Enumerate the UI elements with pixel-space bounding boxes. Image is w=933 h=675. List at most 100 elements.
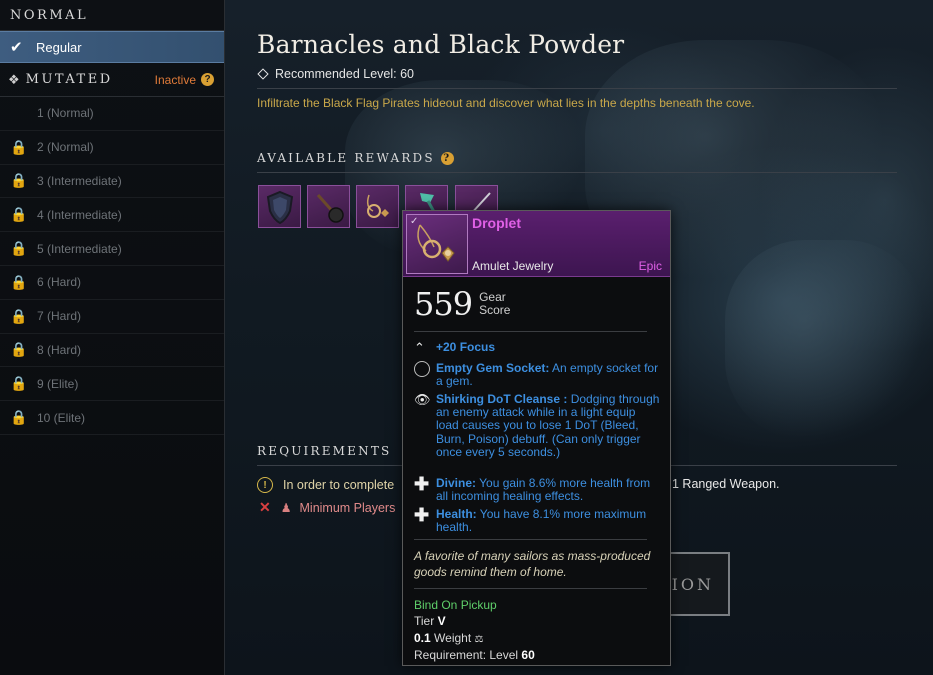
item-tooltip: ✓ Droplet Amulet Jewelry Epic 559 Gear S… xyxy=(402,210,671,666)
lock-icon: 🔒 xyxy=(10,273,28,290)
tier-value: V xyxy=(437,614,446,628)
lock-icon: 🔒 xyxy=(10,375,28,392)
perk-name: Empty Gem Socket: xyxy=(436,361,550,375)
attribute-text: +20 Focus xyxy=(436,340,496,354)
reward-item-amulet[interactable] xyxy=(356,185,399,228)
weight-row: 0.1 Weight ⚖ xyxy=(414,631,483,645)
mutation-level-2[interactable]: 🔒 2 (Normal) xyxy=(0,131,224,165)
level-label: 4 (Intermediate) xyxy=(37,207,122,222)
gear-score-label-line1: Gear xyxy=(479,290,506,304)
item-type: Amulet Jewelry xyxy=(472,259,554,273)
mutation-level-5[interactable]: 🔒 5 (Intermediate) xyxy=(0,232,224,266)
plus-icon: ✚ xyxy=(414,505,430,525)
gear-score-value: 559 xyxy=(414,285,473,323)
mutation-level-8[interactable]: 🔒 8 (Hard) xyxy=(0,334,224,368)
difficulty-sidebar: NORMAL ✔ Regular ❖ MUTATED Inactive ? 🔒 … xyxy=(0,0,225,675)
requirement-players: ✕ ♟ Minimum Players xyxy=(257,499,395,516)
diamond-icon xyxy=(257,68,269,80)
lock-icon: 🔒 xyxy=(10,409,28,426)
perk-name: Divine: xyxy=(436,476,477,490)
mutated-icon: ❖ xyxy=(8,71,20,87)
requirement-value: 60 xyxy=(521,648,535,662)
person-icon: ♟ xyxy=(280,500,292,515)
tier-row: Tier V xyxy=(414,614,446,628)
expedition-description: Infiltrate the Black Flag Pirates hideou… xyxy=(257,96,755,110)
mace-icon xyxy=(316,193,344,223)
level-label: 9 (Elite) xyxy=(37,376,79,391)
perk-shirking-dot-cleanse: 👁 Shirking DoT Cleanse : Dodging through… xyxy=(414,392,664,459)
lock-icon: 🔒 xyxy=(10,240,28,257)
corner-mark-icon: ✓ xyxy=(410,216,419,227)
requirement-weapons: ! In order to complete xyxy=(257,477,394,493)
mutated-title: MUTATED xyxy=(25,72,113,87)
lock-icon: 🔒 xyxy=(10,138,28,155)
tooltip-divider xyxy=(414,588,647,589)
reward-item-shield[interactable] xyxy=(258,185,301,228)
perk-name: Shirking DoT Cleanse : xyxy=(436,392,568,406)
tooltip-divider xyxy=(414,331,647,332)
normal-header: NORMAL xyxy=(0,0,224,31)
mutation-level-3[interactable]: 🔒 3 (Intermediate) xyxy=(0,165,224,199)
chevron-up-icon: ⌃ xyxy=(414,340,425,355)
shield-icon xyxy=(266,190,293,224)
recommended-level-text: Recommended Level: 60 xyxy=(275,67,414,81)
item-rarity: Epic xyxy=(638,259,662,273)
title-divider xyxy=(257,88,897,89)
help-icon[interactable]: ? xyxy=(440,151,454,165)
mutation-level-6[interactable]: 🔒 6 (Hard) xyxy=(0,266,224,300)
amulet-icon xyxy=(366,194,389,218)
warning-icon: ! xyxy=(257,477,273,493)
expedition-title: Barnacles and Black Powder xyxy=(257,30,625,59)
reward-item-mace[interactable] xyxy=(307,185,350,228)
gear-score-label-line2: Score xyxy=(479,303,511,317)
requirement-row: Requirement: Level 60 xyxy=(414,648,535,662)
level-label: 10 (Elite) xyxy=(37,410,86,425)
mutation-level-7[interactable]: 🔒 7 (Hard) xyxy=(0,300,224,334)
mutation-level-1[interactable]: 🔒 1 (Normal) xyxy=(0,97,224,131)
level-label: 1 (Normal) xyxy=(37,106,94,121)
perk-health: ✚ Health: You have 8.1% more maximum hea… xyxy=(414,505,664,534)
mutated-header: ❖ MUTATED Inactive ? xyxy=(0,63,224,97)
checkmark-icon: ✔ xyxy=(10,39,23,56)
regular-label: Regular xyxy=(36,39,82,55)
weight-icon: ⚖ xyxy=(474,634,484,645)
lock-icon: 🔒 xyxy=(10,172,28,189)
weight-value: 0.1 xyxy=(414,631,431,645)
perk-divine: ✚ Divine: You gain 8.6% more health from… xyxy=(414,474,664,503)
tooltip-divider xyxy=(414,539,647,540)
rewards-divider xyxy=(257,172,897,173)
attribute-row: ⌃ +20 Focus xyxy=(414,340,664,355)
mutated-status: Inactive xyxy=(154,72,196,87)
gem-socket-icon xyxy=(414,361,430,377)
item-icon: ✓ xyxy=(406,214,468,274)
level-label: 8 (Hard) xyxy=(37,342,82,357)
lock-icon: 🔒 xyxy=(10,341,28,358)
requirement-weapons-tail: 1 Ranged Weapon. xyxy=(672,477,780,491)
plus-icon: ✚ xyxy=(414,474,430,494)
perk-gem-socket: Empty Gem Socket: An empty socket for a … xyxy=(414,361,664,388)
bind-status: Bind On Pickup xyxy=(414,598,497,612)
level-label: 2 (Normal) xyxy=(37,140,94,155)
regular-option[interactable]: ✔ Regular xyxy=(0,31,224,63)
tooltip-header: ✓ Droplet Amulet Jewelry Epic xyxy=(403,211,670,277)
amulet-icon xyxy=(417,224,455,262)
level-label: 5 (Intermediate) xyxy=(37,241,122,256)
eye-icon: 👁 xyxy=(414,392,431,407)
level-label: 3 (Intermediate) xyxy=(37,173,122,188)
mutation-level-4[interactable]: 🔒 4 (Intermediate) xyxy=(0,198,224,233)
flavor-text: A favorite of many sailors as mass-produ… xyxy=(414,549,651,579)
level-label: 6 (Hard) xyxy=(37,275,82,290)
item-name: Droplet xyxy=(472,215,521,231)
gear-score-label: Gear Score xyxy=(479,291,510,317)
perk-name: Health: xyxy=(436,507,477,521)
mutation-level-9[interactable]: 🔒 9 (Elite) xyxy=(0,367,224,402)
requirements-header: REQUIREMENTS xyxy=(257,444,392,458)
help-icon[interactable]: ? xyxy=(201,73,214,86)
requirement-label: Requirement: Level xyxy=(414,648,519,662)
rewards-header: AVAILABLE REWARDS ? xyxy=(257,151,454,165)
tier-label: Tier xyxy=(414,614,435,628)
mutation-level-10[interactable]: 🔒 10 (Elite) xyxy=(0,401,224,435)
requirement-weapons-text: In order to complete xyxy=(283,478,395,492)
weight-label: Weight xyxy=(434,631,472,645)
recommended-level: Recommended Level: 60 xyxy=(257,67,414,81)
